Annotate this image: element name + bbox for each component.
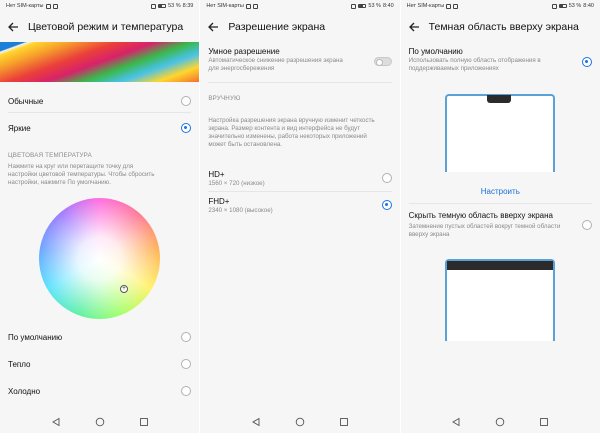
temperature-hint: Нажмите на круг или перетащите точку для… xyxy=(8,163,155,186)
no-sim-text: Нет SIM-карты xyxy=(406,3,445,9)
mode-normal-label: Обычные xyxy=(8,97,44,106)
back-arrow-icon[interactable] xyxy=(6,20,20,34)
notification-icon xyxy=(446,3,452,9)
battery-text: 53 % xyxy=(368,3,381,9)
section-header: ЦВЕТОВАЯ ТЕМПЕРАТУРА xyxy=(8,152,92,159)
notification-icon xyxy=(252,3,258,9)
time-text: 8:40 xyxy=(583,3,594,9)
nav-recents-icon[interactable] xyxy=(139,417,149,427)
nav-back-icon[interactable] xyxy=(51,417,61,427)
option-hd-label: HD+ xyxy=(208,170,225,179)
no-sim-text: Нет SIM-карты xyxy=(206,3,244,9)
status-bar: Нет SIM-карты 53 % 8:40 xyxy=(401,0,600,12)
temp-cold-label: Холодно xyxy=(8,387,41,396)
screen-color-mode: Нет SIM-карты 53 % 8:39 Цветовой режим и … xyxy=(0,0,200,433)
mode-vivid-label: Яркие xyxy=(8,124,31,133)
screen-notch: Нет SIM-карты 53 % 8:40 Темная область вв… xyxy=(399,0,600,433)
time-text: 8:39 xyxy=(182,3,194,9)
option-hide-label: Скрыть темную область вверху экрана xyxy=(408,211,553,220)
section-header: ВРУЧНУЮ xyxy=(208,95,241,102)
nav-home-icon[interactable] xyxy=(295,417,305,427)
nav-bar xyxy=(200,411,399,433)
manual-hint: Настройка разрешения экрана вручную изме… xyxy=(208,117,375,148)
page-title: Цветовой режим и температура xyxy=(28,21,184,33)
battery-text: 53 % xyxy=(568,3,582,9)
nav-back-icon[interactable] xyxy=(251,417,261,427)
color-picker-handle[interactable]: + xyxy=(120,285,128,293)
battery-icon xyxy=(358,4,367,8)
option-fhd-label: FHD+ xyxy=(208,197,230,206)
page-title: Разрешение экрана xyxy=(228,21,326,33)
notch-shape xyxy=(486,95,511,103)
nav-bar xyxy=(0,411,199,433)
battery-icon xyxy=(158,4,167,8)
nav-home-icon[interactable] xyxy=(95,417,105,427)
time-text: 8:40 xyxy=(382,3,394,9)
divider xyxy=(8,112,192,113)
option-default-label: По умолчанию xyxy=(408,47,463,56)
nfc-icon xyxy=(351,3,357,9)
back-arrow-icon[interactable] xyxy=(407,20,421,34)
color-banner-image xyxy=(0,42,200,82)
notification-icon xyxy=(52,3,58,9)
option-fhd-radio[interactable] xyxy=(381,200,392,210)
phone-with-notch-illustration xyxy=(444,94,555,172)
divider xyxy=(208,82,392,83)
temp-warm-label: Тепло xyxy=(8,360,31,369)
dark-band-shape xyxy=(446,261,553,270)
configure-button[interactable]: Настроить xyxy=(409,187,592,196)
option-fhd-sub: 2340 × 1080 (высокое) xyxy=(208,207,273,214)
app-bar: Цветовой режим и температура xyxy=(0,12,199,42)
battery-text: 53 % xyxy=(168,3,181,9)
notification-icon xyxy=(453,3,459,9)
option-hide-radio[interactable] xyxy=(581,220,592,230)
temp-default-label: По умолчанию xyxy=(8,333,63,342)
app-bar: Разрешение экрана xyxy=(200,12,399,42)
smart-resolution-toggle[interactable] xyxy=(373,57,392,66)
nfc-icon xyxy=(551,3,557,9)
status-bar: Нет SIM-карты 53 % 8:39 xyxy=(0,0,199,12)
screens: Нет SIM-карты 53 % 8:39 Цветовой режим и … xyxy=(0,0,600,433)
back-arrow-icon[interactable] xyxy=(206,20,220,34)
app-bar: Темная область вверху экрана xyxy=(401,12,600,42)
phone-with-dark-band-illustration xyxy=(444,259,555,341)
battery-icon xyxy=(558,4,567,8)
option-hd-sub: 1560 × 720 (низкое) xyxy=(208,180,265,187)
option-default-sub: Использовать полную область отображения … xyxy=(408,57,541,72)
smart-resolution-sub: Автоматическое снижение разрешения экран… xyxy=(208,57,343,72)
screen-resolution: Нет SIM-карты 53 % 8:40 Разрешение экрана… xyxy=(199,0,400,433)
smart-resolution-label: Умное разрешение xyxy=(208,47,280,56)
status-bar: Нет SIM-карты 53 % 8:40 xyxy=(200,0,399,12)
option-hide-sub: Затемнение пустых областей вокруг темной… xyxy=(408,223,561,238)
nav-back-icon[interactable] xyxy=(451,417,461,427)
notification-icon xyxy=(245,3,251,9)
nav-bar xyxy=(401,411,600,433)
notification-icon xyxy=(45,3,51,9)
option-default-radio[interactable] xyxy=(581,57,592,67)
nav-recents-icon[interactable] xyxy=(539,417,549,427)
page-title: Темная область вверху экрана xyxy=(428,21,579,33)
nav-home-icon[interactable] xyxy=(495,417,505,427)
divider xyxy=(208,191,392,192)
color-wheel-white-fade xyxy=(39,198,160,319)
nav-recents-icon[interactable] xyxy=(339,417,349,427)
no-sim-text: Нет SIM-карты xyxy=(6,3,44,9)
option-hd-radio[interactable] xyxy=(381,173,392,183)
divider xyxy=(408,203,592,204)
nfc-icon xyxy=(151,3,157,9)
